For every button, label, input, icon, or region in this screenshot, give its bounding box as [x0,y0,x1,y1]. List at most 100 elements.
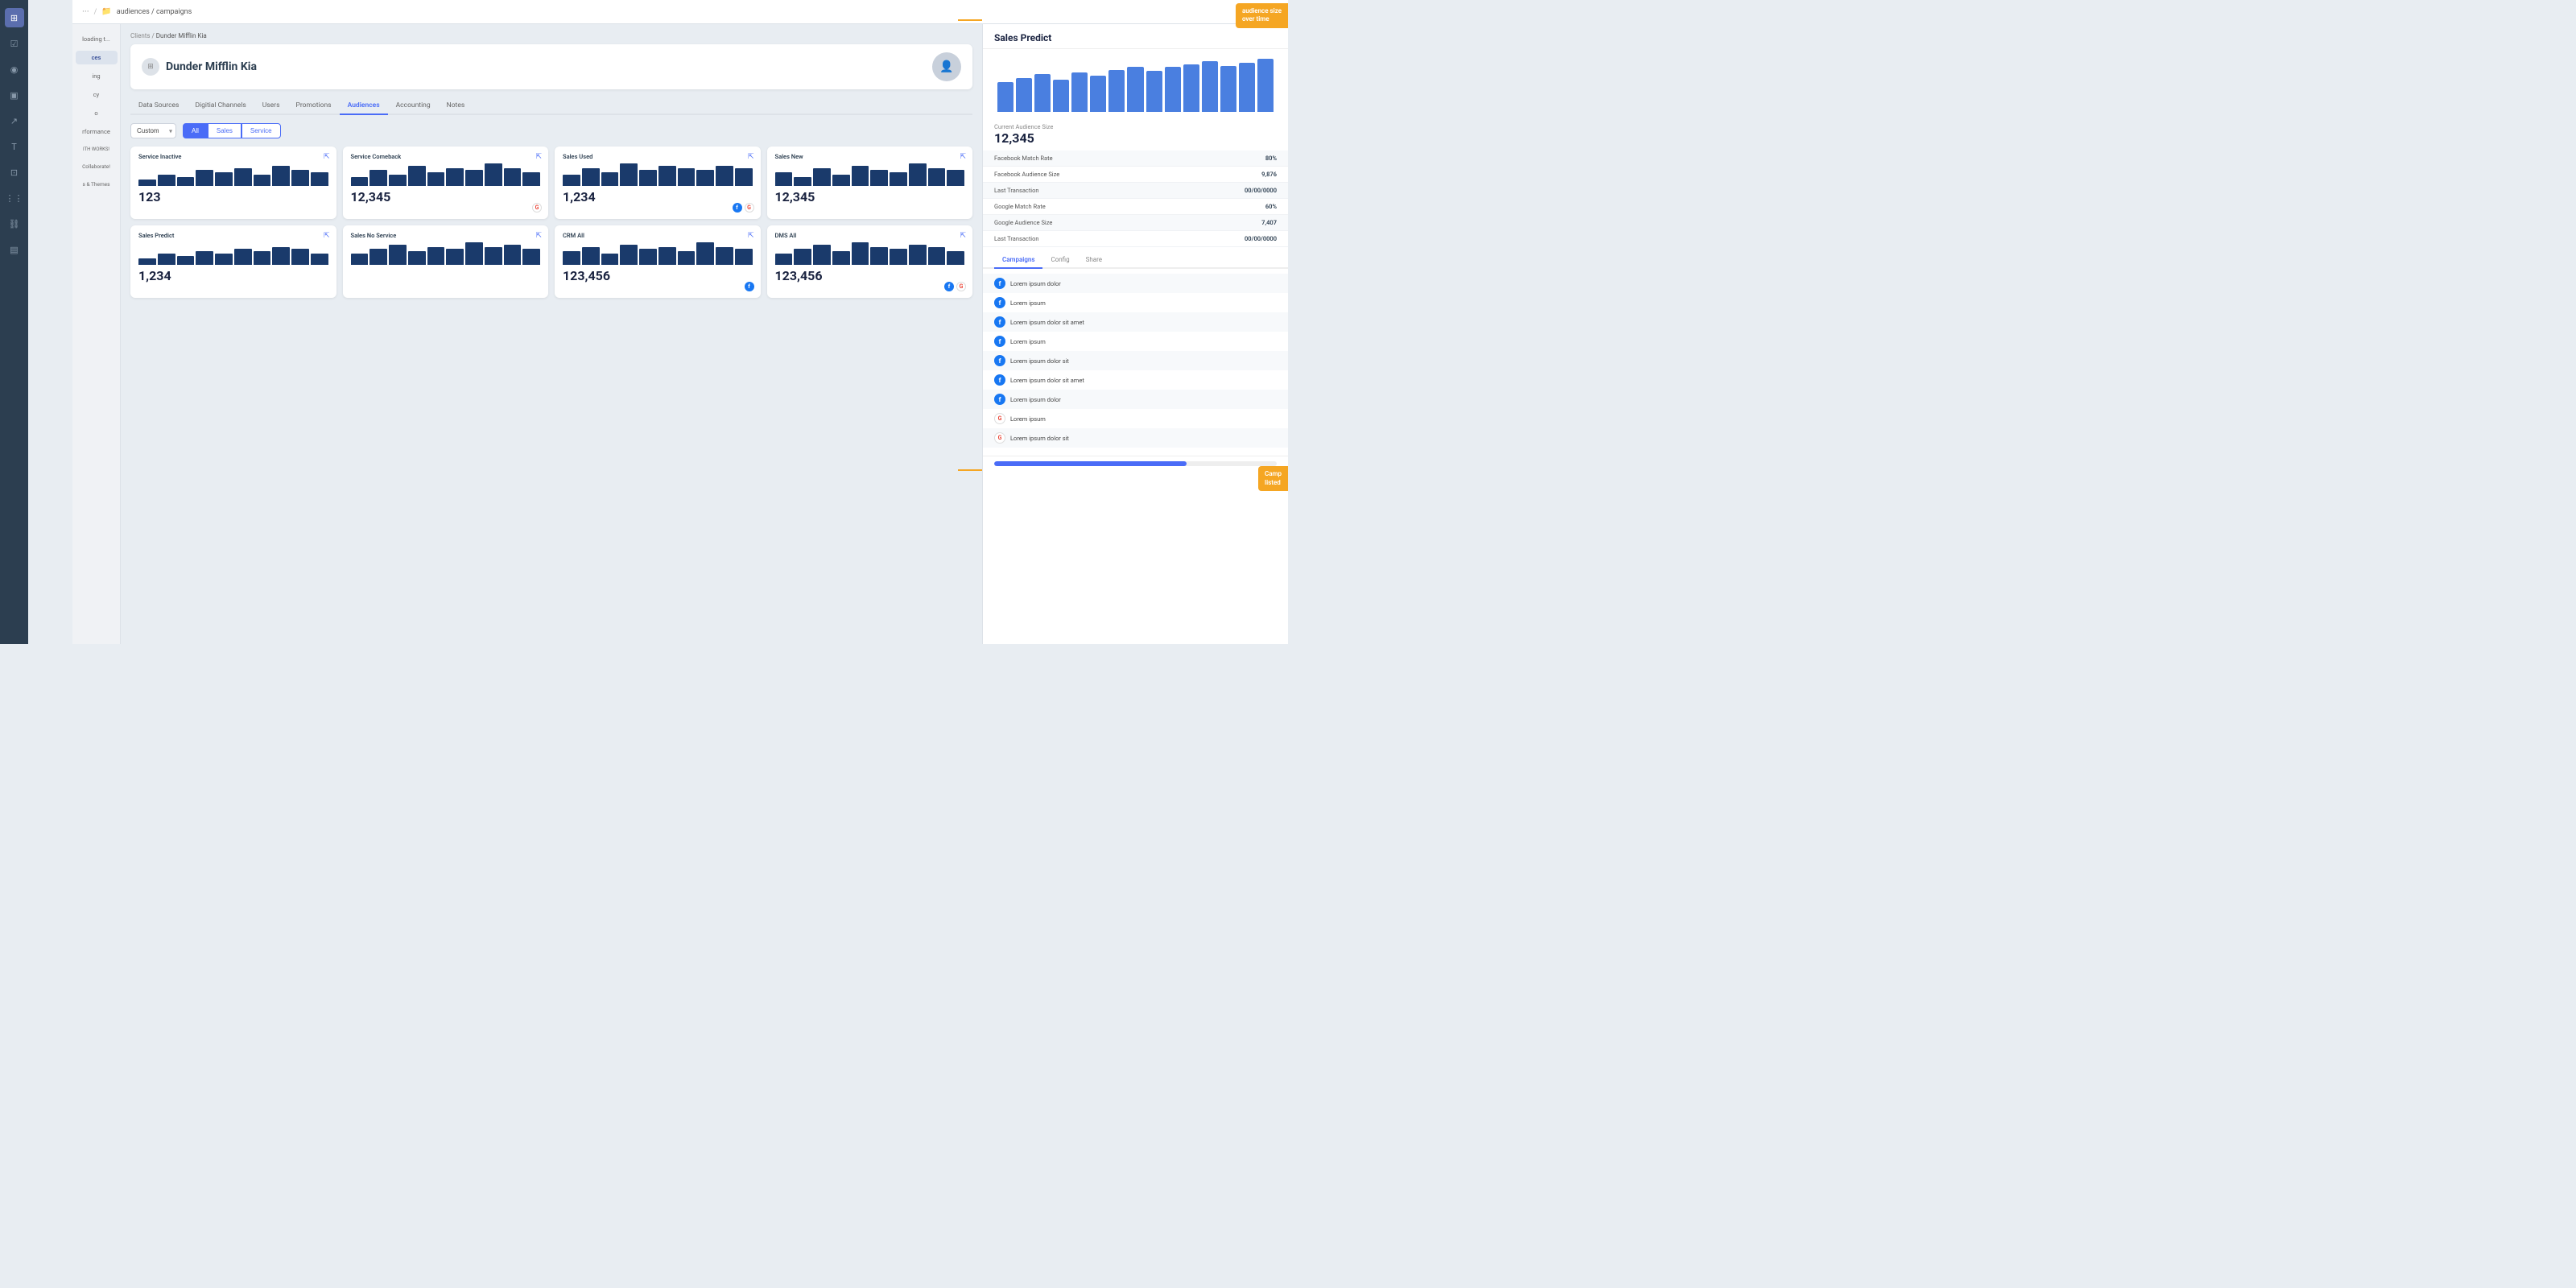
filter-service-btn[interactable]: Service [242,123,281,138]
bar-chart [994,56,1277,112]
user-avatar[interactable]: 👤 [932,52,961,81]
audience-type-select[interactable]: Custom [130,123,176,138]
tab-accounting[interactable]: Accounting [388,97,439,115]
facebook-icon: f [994,297,1005,308]
campaign-name: Lorem ipsum dolor sit amet [1010,319,1084,326]
list-item[interactable]: G Lorem ipsum [983,409,1288,428]
annotation-audience-size: audience sizeover time [1236,3,1288,28]
panel-nav-rformance[interactable]: rformance [76,125,118,138]
card-sales-predict: Sales Predict ⇱ 1,234 [130,225,336,298]
annotation-camp-listed: Camplisted [1258,466,1288,491]
campaign-name: Lorem ipsum dolor sit [1010,435,1069,442]
progress-bar-fill [994,461,1187,466]
list-item[interactable]: G Lorem ipsum dolor sit [983,428,1288,448]
campaign-name: Lorem ipsum dolor [1010,396,1061,403]
audience-controls: Custom All Sales Service [130,123,972,138]
card-value: 1,234 [563,189,753,204]
tab-audiences[interactable]: Audiences [340,97,388,115]
breadcrumb: audiences / campaigns [117,8,192,16]
sub-tab-share[interactable]: Share [1078,252,1110,269]
window-icon[interactable]: ▣ [5,85,24,105]
filter-all-btn[interactable]: All [183,123,208,138]
custom-select-wrapper: Custom [130,123,176,138]
list-item[interactable]: f Lorem ipsum [983,332,1288,351]
list-item[interactable]: f Lorem ipsum dolor sit amet [983,312,1288,332]
arrow-line-bottom [958,469,982,471]
arrow-line-top [958,19,982,21]
tab-users[interactable]: Users [254,97,288,115]
card-title: Sales New [775,153,965,160]
panel-nav-collaborate[interactable]: Collaborate! [76,160,118,173]
card-value: 123,456 [563,268,753,283]
panel-nav-loading[interactable]: loading t... [76,32,118,46]
apps-icon[interactable]: ⋮⋮ [5,188,24,208]
client-area: Clients / Dunder Mifflin Kia ⊞ Dunder Mi… [121,24,982,644]
stat-google-audience-size: Google Audience Size 7,407 [983,215,1288,231]
panel-nav-works[interactable]: ITH WORKS! [76,143,118,155]
list-item[interactable]: f Lorem ipsum dolor [983,390,1288,409]
facebook-icon: f [994,336,1005,347]
tab-notes[interactable]: Notes [439,97,473,115]
campaign-list: f Lorem ipsum dolor f Lorem ipsum f Lore… [983,269,1288,452]
arrow-icon[interactable]: ↗ [5,111,24,130]
predict-chart [983,49,1288,118]
campaign-name: Lorem ipsum [1010,299,1046,307]
mini-chart [775,242,965,265]
sub-tab-campaigns[interactable]: Campaigns [994,252,1042,269]
audience-grid: Service Inactive ⇱ 123 Ser [130,147,972,298]
panel-nav-o[interactable]: o [76,106,118,120]
list-item[interactable]: f Lorem ipsum dolor sit [983,351,1288,370]
breadcrumb-clients[interactable]: Clients [130,32,151,39]
facebook-icon: f [745,282,754,291]
expand-icon[interactable]: ⇱ [748,232,754,240]
top-nav: ··· / 📁 audiences / campaigns 🔍 [72,0,1288,24]
facebook-icon: f [733,203,742,213]
google-icon: G [745,203,754,213]
progress-bar [994,461,1277,466]
progress-label: 68% [994,468,1277,474]
panel-nav-ces[interactable]: ces [76,51,118,64]
card-value: 123 [138,189,328,204]
expand-icon[interactable]: ⇱ [748,153,754,161]
mini-chart [138,242,328,265]
menu-dots[interactable]: ··· [82,6,89,17]
campaign-name: Lorem ipsum dolor sit amet [1010,377,1084,384]
card-icons: f G [944,282,966,291]
client-info: ⊞ Dunder Mifflin Kia [142,58,257,76]
tab-promotions[interactable]: Promotions [287,97,339,115]
panel-nav-themes[interactable]: s & Themes [76,178,118,191]
stat-last-transaction-fb: Last Transaction 00/00/0000 [983,183,1288,199]
panel-nav-ing[interactable]: ing [76,69,118,83]
tab-digital-channels[interactable]: Digitial Channels [187,97,254,115]
list-item[interactable]: f Lorem ipsum dolor [983,274,1288,293]
mini-chart [563,242,753,265]
sub-tabs: Campaigns Config Share [983,252,1288,269]
panel-nav-cy[interactable]: cy [76,88,118,101]
card-title: Sales No Service [351,232,541,239]
expand-icon[interactable]: ⇱ [535,232,542,240]
stat-fb-match-rate: Facebook Match Rate 80% [983,151,1288,167]
expand-icon[interactable]: ⇱ [324,153,330,161]
image-icon[interactable]: ⊡ [5,163,24,182]
mini-chart [351,242,541,265]
card-value: 12,345 [351,189,541,204]
card-title: Service Inactive [138,153,328,160]
eye-icon[interactable]: ◉ [5,60,24,79]
expand-icon[interactable]: ⇱ [535,153,542,161]
list-item[interactable]: f Lorem ipsum [983,293,1288,312]
filter-sales-btn[interactable]: Sales [208,123,242,138]
link-icon[interactable]: ⛓ [5,214,24,233]
sub-tab-config[interactable]: Config [1042,252,1077,269]
tab-data-sources[interactable]: Data Sources [130,97,187,115]
mini-chart [775,163,965,186]
card-icons: f [745,282,754,291]
expand-icon[interactable]: ⇱ [960,232,966,240]
expand-icon[interactable]: ⇱ [324,232,330,240]
list-item[interactable]: f Lorem ipsum dolor sit amet [983,370,1288,390]
grid-icon[interactable]: ⊞ [5,8,24,27]
google-icon: G [994,413,1005,424]
task-icon[interactable]: ☑ [5,34,24,53]
layers-icon[interactable]: ▤ [5,240,24,259]
text-icon[interactable]: T [5,137,24,156]
expand-icon[interactable]: ⇱ [960,153,966,161]
